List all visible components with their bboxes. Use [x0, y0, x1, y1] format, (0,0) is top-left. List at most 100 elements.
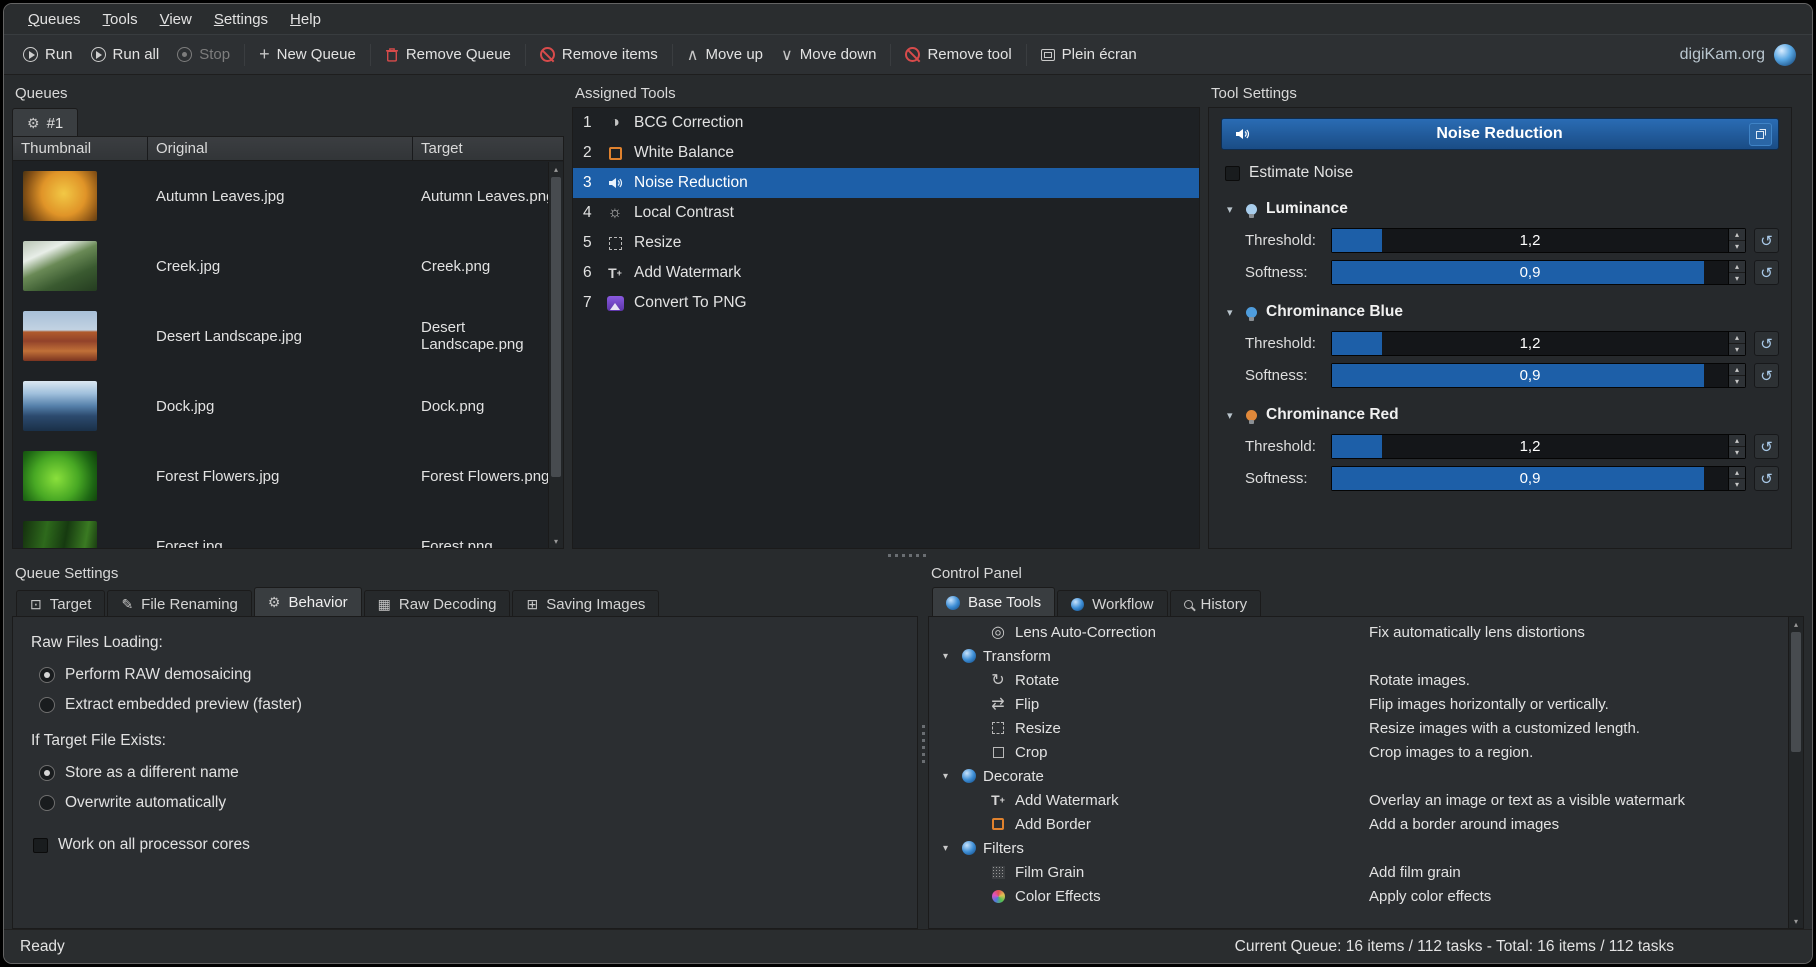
tree-item-film-grain[interactable]: Film Grain Add film grain — [929, 860, 1803, 884]
remove-queue-button[interactable]: Remove Queue — [376, 41, 520, 68]
tab-history[interactable]: History — [1170, 590, 1262, 617]
tab-saving-images[interactable]: ⊞ Saving Images — [512, 590, 659, 617]
tree-item-add-watermark[interactable]: T+ Add Watermark Overlay an image or tex… — [929, 788, 1803, 812]
tool-row-add-watermark[interactable]: 6 T+ Add Watermark — [573, 258, 1199, 288]
tree-item-resize[interactable]: Resize Resize images with a customized l… — [929, 716, 1803, 740]
section-chrominance-red[interactable]: ▾ Chrominance Red — [1227, 406, 1779, 424]
tab-behavior[interactable]: ⚙ Behavior — [254, 587, 362, 617]
table-row[interactable]: Creek.jpg Creek.png — [13, 231, 563, 301]
run-button[interactable]: Run — [14, 41, 82, 68]
menu-view[interactable]: View — [150, 8, 202, 31]
option-all-processor-cores[interactable]: Work on all processor cores — [33, 836, 899, 854]
spin-down-button[interactable]: ▾ — [1729, 344, 1745, 355]
section-chrominance-blue[interactable]: ▾ Chrominance Blue — [1227, 303, 1779, 321]
reset-button[interactable]: ↺ — [1754, 260, 1779, 285]
tree-group-filters[interactable]: ▾ Filters — [929, 836, 1803, 860]
scroll-down-arrow[interactable]: ▾ — [1789, 914, 1803, 928]
spin-up-button[interactable]: ▴ — [1729, 364, 1745, 376]
threshold-slider[interactable]: 1,2 ▴ ▾ — [1331, 434, 1746, 459]
cores-checkbox[interactable] — [33, 838, 48, 853]
tool-row-noise-reduction[interactable]: 3 Noise Reduction — [573, 168, 1199, 198]
reset-button[interactable]: ↺ — [1754, 466, 1779, 491]
option-overwrite-automatically[interactable]: Overwrite automatically — [39, 794, 899, 812]
queues-scrollbar[interactable]: ▴ ▾ — [548, 162, 563, 548]
softness-slider[interactable]: 0,9 ▴ ▾ — [1331, 260, 1746, 285]
menu-queues[interactable]: Queues — [18, 8, 91, 31]
expander-icon[interactable]: ▾ — [943, 651, 955, 662]
reset-button[interactable]: ↺ — [1754, 228, 1779, 253]
table-row[interactable]: Forest.jpg Forest.png — [13, 511, 563, 548]
softness-slider[interactable]: 0,9 ▴ ▾ — [1331, 363, 1746, 388]
tree-item-rotate[interactable]: ↻ Rotate Rotate images. — [929, 668, 1803, 692]
tab-target[interactable]: ⊡ Target — [16, 590, 105, 617]
estimate-noise-option[interactable]: Estimate Noise — [1225, 164, 1779, 182]
new-queue-button[interactable]: + New Queue — [250, 39, 365, 70]
table-row[interactable]: Autumn Leaves.jpg Autumn Leaves.png — [13, 161, 563, 231]
table-row[interactable]: Dock.jpg Dock.png — [13, 371, 563, 441]
fullscreen-button[interactable]: Plein écran — [1032, 41, 1146, 68]
table-row[interactable]: Forest Flowers.jpg Forest Flowers.png — [13, 441, 563, 511]
scroll-up-arrow[interactable]: ▴ — [1789, 617, 1803, 631]
run-all-button[interactable]: Run all — [82, 41, 169, 68]
remove-items-button[interactable]: Remove items — [531, 41, 667, 68]
tree-group-transform[interactable]: ▾ Transform — [929, 644, 1803, 668]
tab-raw-decoding[interactable]: ▦ Raw Decoding — [364, 590, 511, 617]
tree-item-color-effects[interactable]: Color Effects Apply color effects — [929, 884, 1803, 908]
menu-help[interactable]: Help — [280, 8, 331, 31]
reset-button[interactable]: ↺ — [1754, 331, 1779, 356]
softness-slider[interactable]: 0,9 ▴ ▾ — [1331, 466, 1746, 491]
spin-down-button[interactable]: ▾ — [1729, 447, 1745, 458]
detach-settings-button[interactable] — [1749, 123, 1772, 146]
estimate-noise-checkbox[interactable] — [1225, 166, 1240, 181]
control-panel-scrollbar[interactable]: ▴ ▾ — [1788, 617, 1803, 928]
tree-group-decorate[interactable]: ▾ Decorate — [929, 764, 1803, 788]
section-luminance[interactable]: ▾ Luminance — [1227, 200, 1779, 218]
scrollbar-thumb[interactable] — [1791, 632, 1801, 752]
collapse-arrow-icon[interactable]: ▾ — [1227, 203, 1239, 216]
expander-icon[interactable]: ▾ — [943, 843, 955, 854]
scrollbar-thumb[interactable] — [551, 177, 561, 477]
tab-base-tools[interactable]: Base Tools — [932, 587, 1055, 617]
tool-row-white-balance[interactable]: 2 White Balance — [573, 138, 1199, 168]
tree-item-add-border[interactable]: Add Border Add a border around images — [929, 812, 1803, 836]
tool-row-resize[interactable]: 5 Resize — [573, 228, 1199, 258]
tree-item-flip[interactable]: ⇄ Flip Flip images horizontally or verti… — [929, 692, 1803, 716]
vertical-splitter[interactable] — [918, 561, 928, 929]
radio-button[interactable] — [39, 765, 55, 781]
tab-file-renaming[interactable]: ✎ File Renaming — [107, 590, 251, 617]
radio-button[interactable] — [39, 795, 55, 811]
radio-button[interactable] — [39, 697, 55, 713]
spin-up-button[interactable]: ▴ — [1729, 332, 1745, 344]
menu-tools[interactable]: Tools — [93, 8, 148, 31]
expander-icon[interactable]: ▾ — [943, 771, 955, 782]
spin-down-button[interactable]: ▾ — [1729, 376, 1745, 387]
option-extract-embedded-preview[interactable]: Extract embedded preview (faster) — [39, 696, 899, 714]
collapse-arrow-icon[interactable]: ▾ — [1227, 409, 1239, 422]
spin-down-button[interactable]: ▾ — [1729, 241, 1745, 252]
menu-settings[interactable]: Settings — [204, 8, 278, 31]
move-down-button[interactable]: ∨ Move down — [772, 40, 885, 70]
column-header-thumbnail[interactable]: Thumbnail — [13, 137, 148, 160]
spin-down-button[interactable]: ▾ — [1729, 273, 1745, 284]
column-header-target[interactable]: Target — [413, 137, 563, 160]
spin-down-button[interactable]: ▾ — [1729, 479, 1745, 490]
move-up-button[interactable]: ∧ Move up — [678, 40, 772, 70]
queue-tab-1[interactable]: ⚙ #1 — [12, 108, 78, 137]
remove-tool-button[interactable]: Remove tool — [896, 41, 1020, 68]
option-perform-raw-demosaicing[interactable]: Perform RAW demosaicing — [39, 666, 899, 684]
scroll-down-arrow[interactable]: ▾ — [549, 534, 563, 548]
spin-up-button[interactable]: ▴ — [1729, 229, 1745, 241]
threshold-slider[interactable]: 1,2 ▴ ▾ — [1331, 228, 1746, 253]
reset-button[interactable]: ↺ — [1754, 363, 1779, 388]
spin-up-button[interactable]: ▴ — [1729, 435, 1745, 447]
tool-row-local-contrast[interactable]: 4 ☼ Local Contrast — [573, 198, 1199, 228]
tree-item-crop[interactable]: Crop Crop images to a region. — [929, 740, 1803, 764]
scroll-up-arrow[interactable]: ▴ — [549, 162, 563, 176]
horizontal-splitter[interactable] — [4, 549, 1812, 561]
tab-workflow[interactable]: Workflow — [1057, 590, 1167, 617]
spin-up-button[interactable]: ▴ — [1729, 261, 1745, 273]
column-header-original[interactable]: Original — [148, 137, 413, 160]
reset-button[interactable]: ↺ — [1754, 434, 1779, 459]
tree-item-lens-auto-correction[interactable]: ◎ Lens Auto-Correction Fix automatically… — [929, 620, 1803, 644]
collapse-arrow-icon[interactable]: ▾ — [1227, 306, 1239, 319]
